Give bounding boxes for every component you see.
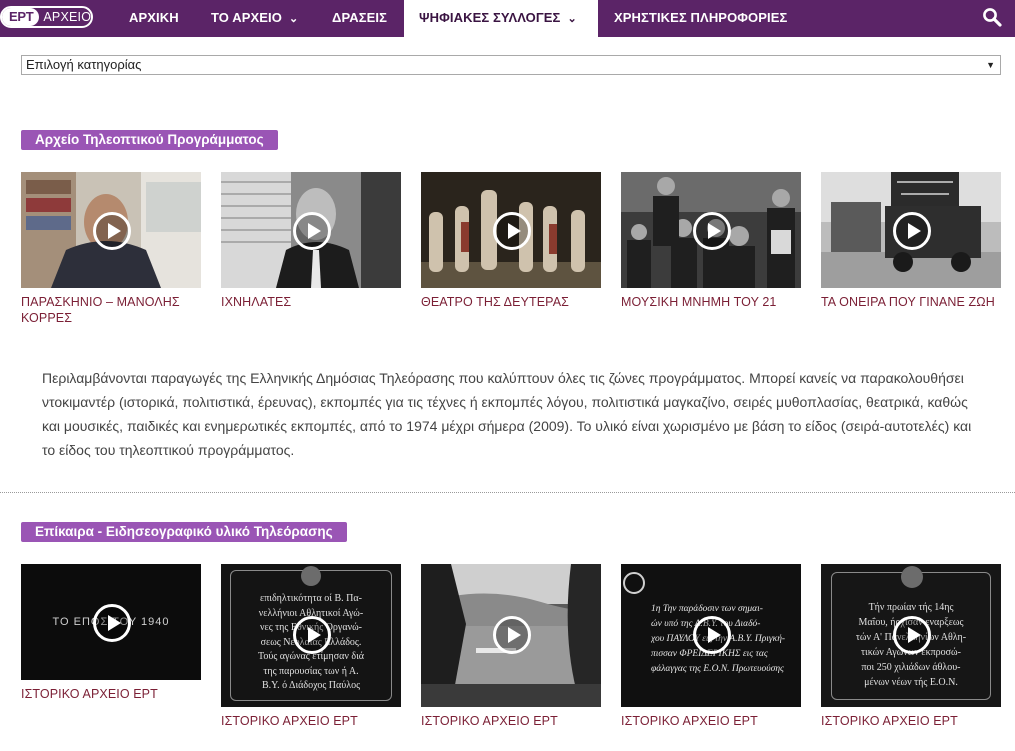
logo-brand: ΕΡΤ <box>2 8 40 26</box>
video-thumbnail[interactable] <box>621 172 801 288</box>
caption-line: φάλαγγας της Ε.Ο.Ν. Πρωτευούσης <box>651 664 784 674</box>
video-title[interactable]: ΙΣΤΟΡΙΚΟ ΑΡΧΕΙΟ ΕΡΤ <box>821 713 1001 729</box>
video-title[interactable]: ΘΕΑΤΡΟ ΤΗΣ ΔΕΥΤΕΡΑΣ <box>421 294 601 310</box>
nav-label: ΔΡΑΣΕΙΣ <box>332 10 388 25</box>
nav-item-the-archive[interactable]: ΤΟ ΑΡΧΕΙΟ ⌄ <box>211 0 298 37</box>
play-icon[interactable] <box>293 212 331 250</box>
video-thumbnail[interactable]: ΤΟ ΕΠΟΣ ΤΟΥ 1940 <box>21 564 201 680</box>
video-title[interactable]: ΜΟΥΣΙΚΗ ΜΝΗΜΗ ΤΟΥ 21 <box>621 294 801 310</box>
play-icon[interactable] <box>893 212 931 250</box>
caption-line: επιδηλτικότητα οί Β. Πα- <box>260 593 362 604</box>
video-thumbnail[interactable]: επιδηλτικότητα οί Β. Πα- νελλήνιοι Αθλητ… <box>221 564 401 707</box>
video-thumbnail[interactable]: 1η Την παράδοσιν των σημαι- ών υπό της Α… <box>621 564 801 707</box>
caption-line: Τήν πρωίαν τής 14ης <box>868 602 954 613</box>
nav-item-digital-collections[interactable]: ΨΗΦΙΑΚΕΣ ΣΥΛΛΟΓΕΣ ⌄ <box>404 0 598 39</box>
play-icon[interactable] <box>93 212 131 250</box>
play-icon[interactable] <box>693 616 731 654</box>
intertitle-seal-icon <box>901 566 923 588</box>
chevron-down-icon: ⌄ <box>288 13 299 25</box>
play-icon[interactable] <box>493 212 531 250</box>
nav-label: ΨΗΦΙΑΚΕΣ ΣΥΛΛΟΓΕΣ <box>419 10 561 25</box>
video-card[interactable]: Τήν πρωίαν τής 14ης Μαΐου, ήρχισαν εναρξ… <box>821 564 1001 729</box>
nav-label: ΤΟ ΑΡΧΕΙΟ <box>211 10 282 25</box>
video-card[interactable]: ΙΧΝΗΛΑΤΕΣ <box>221 172 401 310</box>
video-card[interactable]: 1η Την παράδοσιν των σημαι- ών υπό της Α… <box>621 564 801 729</box>
video-thumbnail[interactable] <box>221 172 401 288</box>
dropdown-arrow-icon: ▼ <box>986 60 995 70</box>
video-card[interactable]: ΤΑ ΟΝΕΙΡΑ ΠΟΥ ΓΙΝΑΝΕ ΖΩΗ <box>821 172 1001 310</box>
nav-label: ΑΡΧΙΚΗ <box>129 10 179 25</box>
play-icon[interactable] <box>893 616 931 654</box>
chevron-down-icon: ⌄ <box>567 13 577 25</box>
video-thumbnail[interactable] <box>821 172 1001 288</box>
nav-label: ΧΡΗΣΤΙΚΕΣ ΠΛΗΡΟΦΟΡΙΕΣ <box>614 10 788 25</box>
video-title[interactable]: ΙΣΤΟΡΙΚΟ ΑΡΧΕΙΟ ΕΡΤ <box>221 713 401 729</box>
play-icon[interactable] <box>493 616 531 654</box>
video-title[interactable]: ΙΧΝΗΛΑΤΕΣ <box>221 294 401 310</box>
video-card[interactable]: ΘΕΑΤΡΟ ΤΗΣ ΔΕΥΤΕΡΑΣ <box>421 172 601 310</box>
video-title[interactable]: ΤΑ ΟΝΕΙΡΑ ΠΟΥ ΓΙΝΑΝΕ ΖΩΗ <box>821 294 1001 310</box>
video-title[interactable]: ΙΣΤΟΡΙΚΟ ΑΡΧΕΙΟ ΕΡΤ <box>421 713 601 729</box>
caption-line: 1η Την παράδοσιν των σημαι- <box>651 604 763 614</box>
caption-line: της παρουσίας των ή Α. <box>263 665 359 677</box>
logo-subtitle: ΑΡΧΕΙΟ <box>43 10 92 24</box>
nav-item-home[interactable]: ΑΡΧΙΚΗ <box>129 0 179 37</box>
nav-item-actions[interactable]: ΔΡΑΣΕΙΣ <box>332 0 387 37</box>
video-card[interactable]: ΜΟΥΣΙΚΗ ΜΝΗΜΗ ΤΟΥ 21 <box>621 172 801 310</box>
section-title-newsreels[interactable]: Επίκαιρα - Ειδησεογραφικό υλικό Τηλεόρασ… <box>21 522 347 542</box>
search-icon[interactable] <box>982 7 1002 27</box>
caption-line: μένων νέων τής Ε.Ο.Ν. <box>864 677 958 688</box>
play-icon[interactable] <box>93 604 131 642</box>
nav-item-user-info[interactable]: ΧΡΗΣΤΙΚΕΣ ΠΛΗΡΟΦΟΡΙΕΣ <box>614 0 787 37</box>
category-select-value: Επιλογή κατηγορίας <box>26 57 142 72</box>
section-divider <box>0 492 1015 493</box>
play-icon[interactable] <box>293 616 331 654</box>
emblem-icon <box>623 572 645 594</box>
video-title[interactable]: ΙΣΤΟΡΙΚΟ ΑΡΧΕΙΟ ΕΡΤ <box>621 713 801 729</box>
intertitle-seal-icon <box>301 566 321 586</box>
section-title-tv-program[interactable]: Αρχείο Τηλεοπτικού Προγράμματος <box>21 130 278 150</box>
video-thumbnail[interactable] <box>421 564 601 707</box>
video-title[interactable]: ΙΣΤΟΡΙΚΟ ΑΡΧΕΙΟ ΕΡΤ <box>21 686 201 702</box>
video-card[interactable]: επιδηλτικότητα οί Β. Πα- νελλήνιοι Αθλητ… <box>221 564 401 729</box>
video-card[interactable]: ΙΣΤΟΡΙΚΟ ΑΡΧΕΙΟ ΕΡΤ <box>421 564 601 729</box>
top-navigation: ΕΡΤ ΑΡΧΕΙΟ ΑΡΧΙΚΗ ΤΟ ΑΡΧΕΙΟ ⌄ ΔΡΑΣΕΙΣ ΨΗΦ… <box>0 0 1015 39</box>
video-thumbnail[interactable] <box>421 172 601 288</box>
video-thumbnail[interactable] <box>21 172 201 288</box>
play-icon[interactable] <box>693 212 731 250</box>
video-card[interactable]: ΤΟ ΕΠΟΣ ΤΟΥ 1940 ΙΣΤΟΡΙΚΟ ΑΡΧΕΙΟ ΕΡΤ <box>21 564 201 702</box>
caption-line: ποι 250 χιλιάδων άθλου- <box>861 662 961 673</box>
ert-archive-logo[interactable]: ΕΡΤ ΑΡΧΕΙΟ <box>0 6 93 28</box>
category-select[interactable]: Επιλογή κατηγορίας ▼ <box>21 55 1001 75</box>
video-card[interactable]: ΠΑΡΑΣΚΗΝΙΟ – ΜΑΝΟΛΗΣ ΚΟΡΡΕΣ <box>21 172 201 326</box>
video-title[interactable]: ΠΑΡΑΣΚΗΝΙΟ – ΜΑΝΟΛΗΣ ΚΟΡΡΕΣ <box>21 294 201 326</box>
caption-line: Β.Υ. ό Διάδοχος Παύλος <box>261 680 361 691</box>
video-thumbnail[interactable]: Τήν πρωίαν τής 14ης Μαΐου, ήρχισαν εναρξ… <box>821 564 1001 707</box>
section-description: Περιλαμβάνονται παραγωγές της Ελληνικής … <box>42 370 972 458</box>
